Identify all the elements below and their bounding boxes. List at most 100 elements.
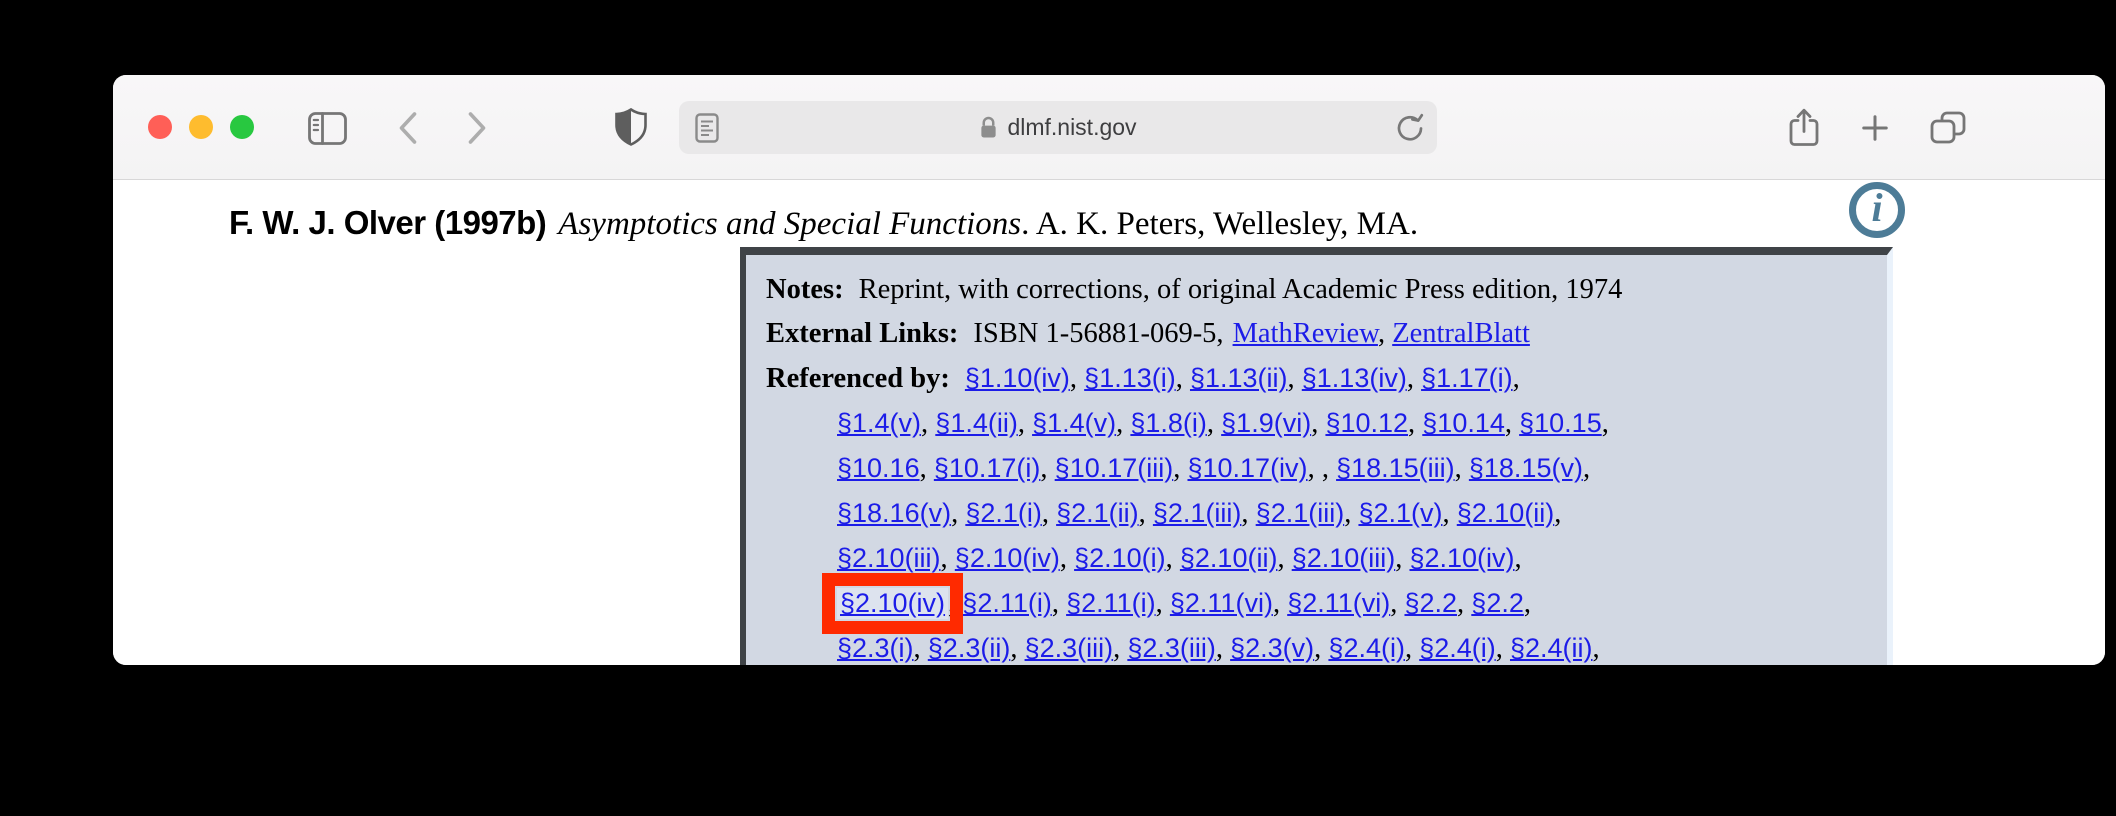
external-link[interactable]: MathReview	[1233, 318, 1378, 349]
close-window-button[interactable]	[148, 115, 172, 139]
zoom-window-button[interactable]	[230, 115, 254, 139]
separator: ,	[1344, 498, 1359, 529]
section-link[interactable]: §2.10(iv)	[840, 588, 945, 618]
browser-toolbar: dlmf.nist.gov	[113, 75, 2105, 180]
section-link[interactable]: §2.2	[1471, 588, 1524, 618]
separator: ,	[1040, 453, 1055, 484]
separator: ,	[1206, 408, 1222, 439]
new-tab-icon[interactable]	[1860, 113, 1890, 143]
privacy-shield-icon[interactable]	[614, 108, 648, 147]
back-button[interactable]	[397, 111, 419, 145]
section-link[interactable]: §10.17(i)	[934, 453, 1041, 483]
separator: ,	[1514, 543, 1522, 574]
section-link[interactable]: §2.1(i)	[965, 498, 1042, 528]
separator: ,	[1512, 363, 1520, 394]
section-link[interactable]: §2.1(iii)	[1153, 498, 1242, 528]
separator: ,	[1113, 633, 1128, 664]
reference-links-row: §1.4(v), §1.4(ii), §1.4(v), §1.8(i), §1.…	[766, 401, 1879, 446]
url-display: dlmf.nist.gov	[679, 101, 1437, 154]
refresh-icon[interactable]	[1395, 112, 1425, 144]
separator: ,	[1069, 363, 1085, 394]
separator: ,	[1406, 363, 1422, 394]
section-link[interactable]: §2.10(i)	[1074, 543, 1166, 573]
url-text: dlmf.nist.gov	[1007, 114, 1137, 140]
lock-icon	[981, 116, 997, 138]
separator: ,	[1314, 633, 1329, 664]
section-link[interactable]: §18.15(v)	[1469, 453, 1583, 483]
section-link[interactable]: §1.4(v)	[1032, 408, 1116, 438]
section-link[interactable]: §2.11(i)	[962, 588, 1052, 618]
separator: ,	[1457, 588, 1472, 619]
external-links-label: External Links:	[766, 318, 959, 349]
reference-links-row: §10.16, §10.17(i), §10.17(iii), §10.17(i…	[766, 446, 1879, 491]
separator: ,	[1272, 588, 1288, 619]
section-link[interactable]: §2.10(iii)	[1292, 543, 1396, 573]
info-glyph: i	[1871, 184, 1883, 230]
tab-overview-icon[interactable]	[1930, 111, 1966, 145]
reference-links-row: §18.16(v), §2.1(i), §2.1(ii), §2.1(iii),…	[766, 491, 1879, 536]
separator: ,	[1165, 543, 1180, 574]
section-link[interactable]: §2.2	[1404, 588, 1457, 618]
section-link[interactable]: §2.1(v)	[1358, 498, 1442, 528]
section-link[interactable]: §1.9(vi)	[1221, 408, 1311, 438]
separator: ,	[1582, 453, 1591, 484]
section-link[interactable]: §2.3(ii)	[928, 633, 1011, 663]
section-link[interactable]: §1.13(i)	[1084, 363, 1176, 393]
section-link[interactable]: §10.14	[1422, 408, 1505, 438]
section-link[interactable]: §2.11(vi)	[1287, 588, 1390, 618]
separator: ,	[948, 588, 963, 619]
section-link[interactable]: §10.17(iv)	[1187, 453, 1307, 483]
share-icon[interactable]	[1787, 107, 1821, 148]
separator: ,	[1277, 543, 1292, 574]
external-links: MathReview, ZentralBlatt	[1232, 318, 1530, 349]
address-bar[interactable]: dlmf.nist.gov	[679, 101, 1437, 154]
section-link[interactable]: §1.13(iv)	[1302, 363, 1407, 393]
section-link[interactable]: §2.10(iv)	[955, 543, 1060, 573]
reference-links-row: §2.10(iii), §2.10(iv), §2.10(i), §2.10(i…	[766, 536, 1879, 581]
section-link[interactable]: §2.4(ii)	[1510, 633, 1593, 663]
separator: ,	[1495, 633, 1510, 664]
section-link[interactable]: §10.16	[837, 453, 920, 483]
section-link[interactable]: §2.11(vi)	[1170, 588, 1273, 618]
section-link[interactable]: §1.4(ii)	[935, 408, 1018, 438]
section-link[interactable]: §2.10(ii)	[1180, 543, 1278, 573]
external-link[interactable]: ZentralBlatt	[1392, 318, 1530, 349]
section-link[interactable]: §2.3(iii)	[1127, 633, 1216, 663]
section-link[interactable]: §2.1(ii)	[1056, 498, 1139, 528]
section-link[interactable]: §10.15	[1519, 408, 1602, 438]
minimize-window-button[interactable]	[189, 115, 213, 139]
referenced-by-label: Referenced by:	[766, 363, 950, 394]
separator: ,	[1321, 453, 1337, 484]
section-link[interactable]: §1.10(iv)	[965, 363, 1070, 393]
section-link[interactable]: §1.4(v)	[837, 408, 921, 438]
page-content: F. W. J. Olver (1997b) Asymptotics and Sp…	[113, 180, 2105, 665]
forward-button[interactable]	[466, 111, 488, 145]
section-link[interactable]: §2.1(iii)	[1256, 498, 1345, 528]
section-link[interactable]: §10.17(iii)	[1055, 453, 1174, 483]
section-link[interactable]: §10.12	[1325, 408, 1408, 438]
separator: ,	[1215, 633, 1231, 664]
separator: ,	[1442, 498, 1457, 529]
notes-text: Reprint, with corrections, of original A…	[858, 274, 1623, 305]
section-link[interactable]: §18.15(iii)	[1336, 453, 1455, 483]
section-link[interactable]: §2.3(iii)	[1025, 633, 1114, 663]
section-link[interactable]: §2.10(iv)	[1409, 543, 1514, 573]
separator: ,	[1051, 588, 1067, 619]
highlight-box: §2.10(iv)	[821, 573, 964, 634]
section-link[interactable]: §1.17(i)	[1421, 363, 1513, 393]
separator: ,	[951, 498, 966, 529]
section-link[interactable]: §18.16(v)	[837, 498, 951, 528]
section-link[interactable]: §2.4(i)	[1419, 633, 1496, 663]
section-link[interactable]: §2.10(ii)	[1457, 498, 1555, 528]
section-link[interactable]: §2.11(i)	[1066, 588, 1156, 618]
section-link[interactable]: §2.10(iii)	[837, 543, 941, 573]
section-link[interactable]: §2.4(i)	[1328, 633, 1405, 663]
section-link[interactable]: §1.8(i)	[1130, 408, 1207, 438]
info-icon[interactable]: i	[1849, 182, 1905, 238]
section-link[interactable]: §2.3(i)	[837, 633, 914, 663]
section-link[interactable]: §1.13(ii)	[1190, 363, 1288, 393]
section-link[interactable]: §2.3(v)	[1230, 633, 1314, 663]
separator: ,	[1010, 633, 1025, 664]
citation-title: Asymptotics and Special Functions	[558, 206, 1022, 242]
sidebar-toggle-icon[interactable]	[308, 112, 347, 145]
